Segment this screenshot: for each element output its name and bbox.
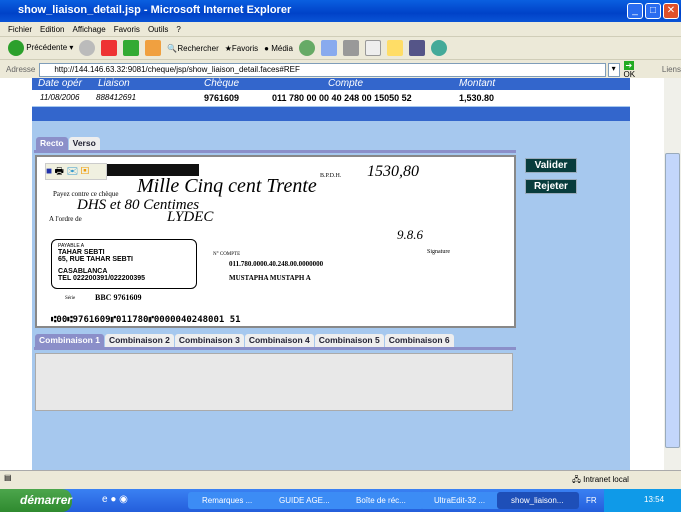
tab-combinaison-4[interactable]: Combinaison 4 <box>244 334 314 347</box>
email-icon[interactable]: ✉ <box>67 166 79 177</box>
home-icon[interactable] <box>145 40 162 56</box>
links-button[interactable]: Liens <box>662 65 681 74</box>
search-button[interactable]: 🔍Rechercher <box>167 44 218 53</box>
table-header: Date opér Liaison Chèque Compte Montant <box>32 78 630 90</box>
taskbar-item[interactable]: Remarques ... <box>188 492 270 509</box>
menu-outils[interactable]: Outils <box>148 25 168 34</box>
menu-edition[interactable]: Edition <box>40 25 64 34</box>
zone-indicator: 🖧 Intranet local <box>572 475 629 484</box>
status-bar: ▤ 🖧 Intranet local <box>0 470 681 486</box>
address-bar: Adresse http://144.146.63.32:9081/cheque… <box>0 60 681 79</box>
combination-panel <box>35 353 513 411</box>
taskbar-item[interactable]: GUIDE AGE... <box>265 492 347 509</box>
toolbar: Précédente ▾ 🔍Rechercher ★Favoris ● Médi… <box>0 37 681 60</box>
clock: 13:54 <box>644 495 665 504</box>
tab-combinaison-5[interactable]: Combinaison 5 <box>314 334 384 347</box>
go-button[interactable]: ➔ OK <box>623 60 648 79</box>
menu-help[interactable]: ? <box>176 25 180 34</box>
research-icon[interactable] <box>409 40 425 56</box>
taskbar: démarrer e ● ◉ Remarques ... GUIDE AGE..… <box>0 489 681 512</box>
back-button[interactable]: Précédente ▾ <box>8 40 73 56</box>
page-viewport: Date opér Liaison Chèque Compte Montant … <box>0 78 664 470</box>
combo-divider <box>34 347 516 350</box>
address-label: Adresse <box>6 65 36 74</box>
print-icon[interactable]: 🖶 <box>55 166 64 177</box>
edit-icon[interactable] <box>365 40 381 56</box>
favorites-button[interactable]: ★Favoris <box>225 44 258 53</box>
table-footer-bar <box>32 107 630 121</box>
tab-verso[interactable]: Verso <box>68 137 100 150</box>
validate-button[interactable]: Valider <box>525 158 577 173</box>
discuss-icon[interactable] <box>387 40 403 56</box>
tab-divider <box>34 150 516 153</box>
back-arrow-icon <box>8 40 24 56</box>
address-input[interactable]: http://144.146.63.32:9081/cheque/jsp/sho… <box>39 62 606 77</box>
tab-combinaison-3[interactable]: Combinaison 3 <box>174 334 244 347</box>
image-tabs: Recto Verso <box>36 137 101 150</box>
history-icon[interactable] <box>299 40 315 56</box>
bank-address-box: PAYABLE A TAHAR SEBTI 65, RUE TAHAR SEBTI… <box>51 239 197 289</box>
page-icon: ▤ <box>4 473 12 482</box>
taskbar-item-active[interactable]: show_liaison... <box>497 492 579 509</box>
close-button[interactable]: ✕ <box>663 3 679 19</box>
stop-icon[interactable] <box>101 40 118 56</box>
tab-combinaison-2[interactable]: Combinaison 2 <box>104 334 174 347</box>
forward-icon[interactable] <box>79 40 96 56</box>
print-icon[interactable] <box>343 40 359 56</box>
reject-button[interactable]: Rejeter <box>525 179 577 194</box>
title-bar: show_liaison_detail.jsp - Microsoft Inte… <box>0 0 681 22</box>
media-button[interactable]: ● Média <box>264 44 293 53</box>
menu-affichage[interactable]: Affichage <box>72 25 105 34</box>
folder-icon[interactable]: ▣ <box>81 166 89 177</box>
window-title: show_liaison_detail.jsp - Microsoft Inte… <box>18 4 292 16</box>
table-row[interactable]: 11/08/2006 888412691 9761609 011 780 00 … <box>32 90 630 106</box>
check-image: ■ 🖶 ✉ ▣ B.P.D.H. 1530,80 Payez contre ce… <box>35 155 516 328</box>
minimize-button[interactable]: _ <box>627 3 643 19</box>
messenger-icon[interactable] <box>431 40 447 56</box>
maximize-button[interactable]: □ <box>645 3 661 19</box>
taskbar-item[interactable]: Boîte de réc... <box>342 492 424 509</box>
tab-combinaison-1[interactable]: Combinaison 1 <box>35 334 104 347</box>
taskbar-item[interactable]: UltraEdit-32 ... <box>420 492 502 509</box>
image-toolbar: ■ 🖶 ✉ ▣ <box>45 163 107 180</box>
address-dropdown[interactable]: ▾ <box>607 62 620 77</box>
scroll-thumb[interactable] <box>665 153 680 448</box>
tab-recto[interactable]: Recto <box>36 137 68 150</box>
combination-tabs: Combinaison 1 Combinaison 2 Combinaison 3C… <box>35 334 455 347</box>
menu-favoris[interactable]: Favoris <box>114 25 140 34</box>
menu-fichier[interactable]: Fichier <box>8 25 32 34</box>
system-tray: 13:54 <box>604 489 681 512</box>
menu-bar: Fichier Edition Affichage Favoris Outils? <box>0 22 681 37</box>
start-button[interactable]: démarrer <box>0 489 72 512</box>
page-content: Date opér Liaison Chèque Compte Montant … <box>32 78 630 470</box>
refresh-icon[interactable] <box>123 40 140 56</box>
quicklaunch-icons[interactable]: e ● ◉ <box>102 494 128 505</box>
tab-combinaison-6[interactable]: Combinaison 6 <box>384 334 454 347</box>
vertical-scrollbar[interactable] <box>664 78 681 470</box>
save-icon[interactable]: ■ <box>46 166 52 177</box>
mail-icon[interactable] <box>321 40 337 56</box>
language-indicator[interactable]: FR <box>586 496 597 505</box>
